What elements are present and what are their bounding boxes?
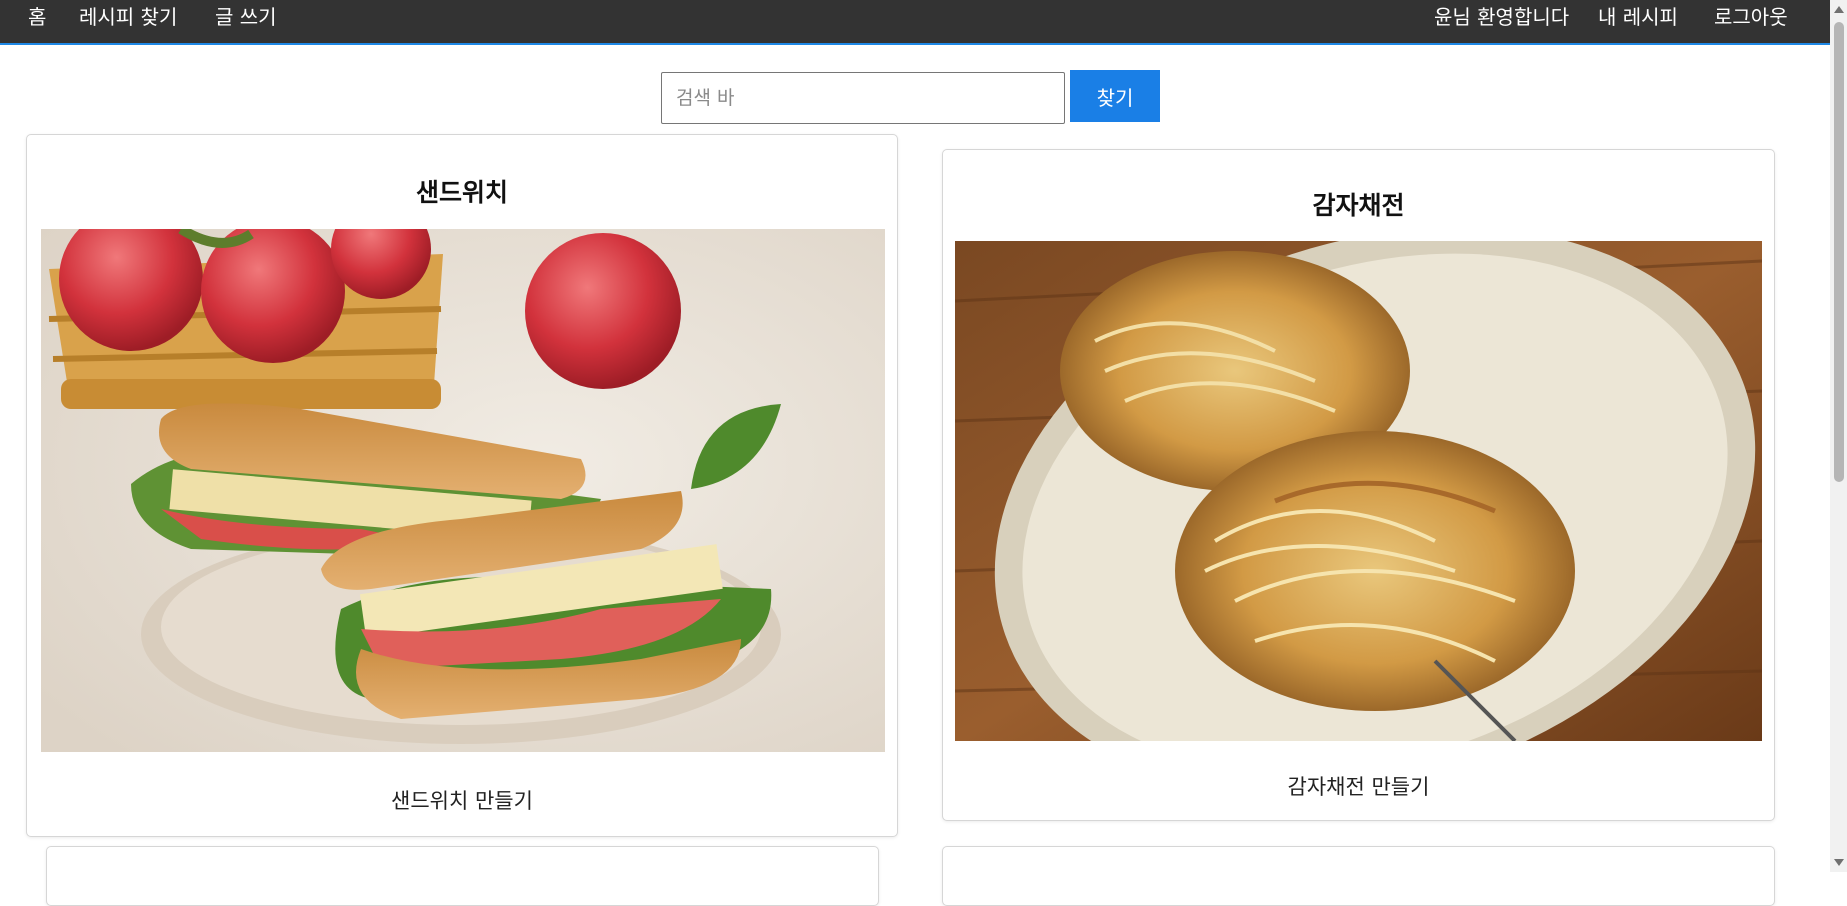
welcome-text: 윤님 환영합니다: [1434, 5, 1570, 29]
scrollbar-thumb[interactable]: [1834, 22, 1844, 482]
recipe-card-potato-pancake[interactable]: 감자채전 감자채전 만들기: [942, 149, 1775, 821]
search-button[interactable]: 찾기: [1070, 70, 1160, 122]
recipe-card-partial[interactable]: [942, 846, 1775, 906]
nav-my-recipe-link[interactable]: 내 레시피: [1598, 0, 1678, 43]
nav-find-recipe-link[interactable]: 레시피 찾기: [79, 0, 177, 43]
recipe-title: 샌드위치: [415, 178, 508, 207]
recipe-description: 샌드위치 만들기: [391, 789, 533, 813]
search-input[interactable]: [661, 72, 1065, 124]
scroll-up-arrow-icon[interactable]: [1834, 6, 1844, 13]
scroll-down-arrow-icon[interactable]: [1834, 859, 1844, 866]
recipe-description: 감자채전 만들기: [1287, 775, 1430, 799]
potato-pancake-photo: [955, 241, 1762, 741]
nav-logout-link[interactable]: 로그아웃: [1714, 0, 1788, 43]
recipe-title: 감자채전: [1312, 191, 1405, 220]
recipe-card-partial[interactable]: [46, 846, 879, 906]
recipe-card-sandwich[interactable]: 샌드위치 샌드위치 만들기: [26, 134, 898, 837]
top-navbar: 홈 레시피 찾기 글 쓰기 윤님 환영합니다 내 레시피 로그아웃: [0, 0, 1830, 45]
nav-write-link[interactable]: 글 쓰기: [215, 0, 277, 43]
page-scrollbar[interactable]: [1830, 0, 1847, 872]
nav-home-link[interactable]: 홈: [28, 0, 46, 43]
sandwich-photo: [41, 229, 885, 752]
